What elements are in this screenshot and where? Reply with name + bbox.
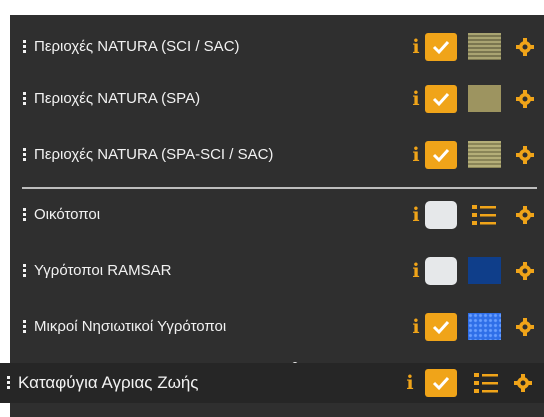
layer-checkbox[interactable]: [425, 313, 457, 341]
layer-label: Οικότοποι: [34, 206, 101, 223]
layer-panel: Περιοχές NATURA (SCI / SAC) i Περιοχές N…: [10, 15, 544, 417]
info-icon[interactable]: i: [411, 205, 421, 225]
info-icon[interactable]: i: [405, 373, 415, 393]
layer-row-dragging[interactable]: Καταφύγια Αγριας Ζωής i: [0, 363, 544, 403]
drag-handle-icon[interactable]: [23, 40, 27, 54]
info-icon[interactable]: i: [411, 37, 421, 57]
info-icon[interactable]: i: [411, 261, 421, 281]
layer-swatch-hatch: [468, 33, 501, 60]
legend-list-icon[interactable]: [472, 370, 500, 396]
drag-handle-icon[interactable]: [23, 264, 27, 278]
layer-checkbox[interactable]: [425, 257, 457, 285]
info-icon[interactable]: i: [411, 145, 421, 165]
layer-row: Υγρότοποι RAMSAR i: [10, 243, 544, 299]
layer-swatch-pattern: [468, 313, 501, 340]
gear-icon[interactable]: [514, 88, 536, 110]
gear-icon[interactable]: [514, 260, 536, 282]
layer-row: Οικότοποι i: [10, 187, 544, 243]
layer-label: Υγρότοποι RAMSAR: [34, 262, 172, 279]
layer-checkbox[interactable]: [425, 85, 457, 113]
gear-icon[interactable]: [514, 204, 536, 226]
gear-icon[interactable]: [514, 316, 536, 338]
layer-label: Περιοχές NATURA (SPA-SCI / SAC): [34, 146, 274, 163]
layer-row: Περιοχές NATURA (SCI / SAC) i: [10, 19, 544, 75]
layer-label: Περιοχές NATURA (SCI / SAC): [34, 38, 240, 55]
layer-checkbox[interactable]: [425, 201, 457, 229]
drag-handle-icon[interactable]: [23, 92, 27, 106]
layer-swatch-solid: [468, 85, 501, 112]
layer-label: Μικροί Νησιωτικοί Υγρότοποι: [34, 318, 227, 335]
layer-checkbox[interactable]: [425, 33, 457, 61]
gear-icon[interactable]: [514, 144, 536, 166]
layer-row: Περιοχές NATURA (SPA-SCI / SAC) i: [10, 127, 544, 183]
drag-handle-icon[interactable]: [7, 376, 11, 390]
layer-checkbox[interactable]: [425, 369, 457, 397]
gear-icon[interactable]: [512, 372, 534, 394]
layer-swatch-hatch: [468, 141, 501, 168]
layer-swatch-solid: [468, 257, 501, 284]
info-icon[interactable]: i: [411, 317, 421, 337]
drag-handle-icon[interactable]: [23, 208, 27, 222]
drag-handle-icon[interactable]: [23, 320, 27, 334]
layer-label: Περιοχές NATURA (SPA): [34, 90, 201, 107]
gear-icon[interactable]: [514, 36, 536, 58]
legend-list-icon[interactable]: [470, 202, 498, 228]
layer-checkbox[interactable]: [425, 141, 457, 169]
info-icon[interactable]: i: [411, 89, 421, 109]
layer-row: Περιοχές NATURA (SPA) i: [10, 71, 544, 127]
layer-label: Καταφύγια Αγριας Ζωής: [18, 373, 199, 392]
drag-handle-icon[interactable]: [23, 148, 27, 162]
layer-row: Μικροί Νησιωτικοί Υγρότοποι i: [10, 299, 544, 355]
